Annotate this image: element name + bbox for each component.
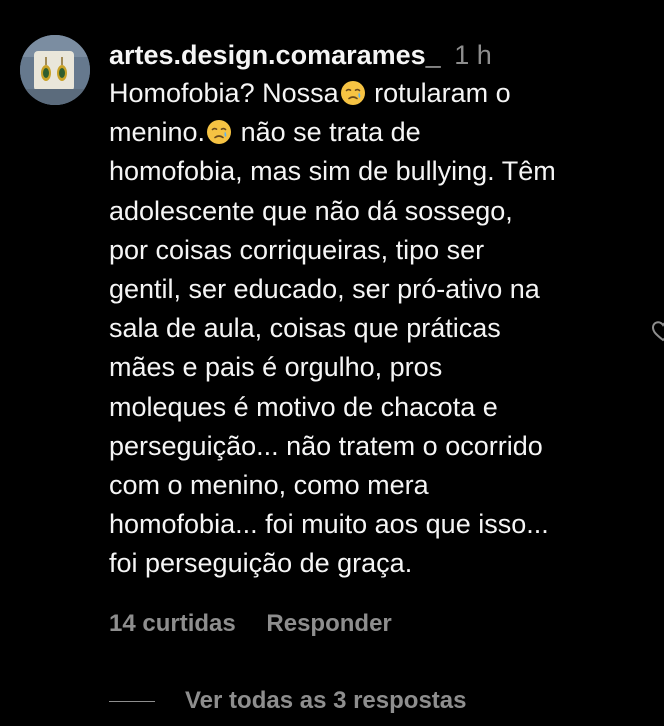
comment-text-line: homofobia, mas sim de bullying. Têm	[109, 152, 639, 191]
comment-text-segment: Homofobia? Nossa	[109, 78, 339, 108]
reply-button[interactable]: Responder	[266, 610, 391, 637]
timestamp: 1 h	[454, 40, 492, 70]
comment-text-line: mães e pais é orgulho, pros	[109, 348, 639, 387]
comment-text-segment: não se trata de	[233, 117, 421, 148]
crying-face-emoji-icon	[340, 81, 365, 105]
comment-text-segment: sala de aula, coisas que práticas	[109, 313, 501, 344]
earrings-photo-icon	[20, 35, 90, 105]
comment-text-line: sala de aula, coisas que práticas	[109, 309, 639, 348]
comment-text-segment: menino.	[109, 117, 206, 148]
comment-text-segment: por coisas corriqueiras, tipo ser	[109, 234, 485, 265]
replies-divider	[109, 700, 155, 702]
comment-text-segment: homofobia, mas sim de bullying. Têm	[109, 156, 556, 187]
comment-text-line: perseguição... não tratem o ocorrido	[109, 427, 639, 466]
comment-text-segment: gentil, ser educado, ser pró-ativo na	[109, 274, 540, 305]
comment-text-segment: rotularam o	[366, 78, 511, 108]
comment-header: artes.design.comarames_ 1 h	[109, 36, 639, 74]
comment-text-line: gentil, ser educado, ser pró-ativo na	[109, 270, 639, 309]
comment-text-segment: perseguição... não tratem o ocorrido	[109, 430, 543, 461]
comment-text-line: adolescente que não dá sossego,	[109, 192, 639, 231]
comment-text-line: por coisas corriqueiras, tipo ser	[109, 231, 639, 270]
likes-count[interactable]: 14 curtidas	[109, 610, 236, 637]
comment-text: Homofobia? Nossa rotularam o menino. não …	[109, 74, 639, 584]
comment-text-segment: com o menino, como mera	[109, 470, 429, 501]
comment-text-segment: adolescente que não dá sossego,	[109, 195, 513, 226]
comment-body: artes.design.comarames_ 1 h Homofobia? N…	[109, 36, 639, 584]
comment-text-segment: homofobia... foi muito aos que isso...	[109, 509, 549, 540]
comment-text-line: foi perseguição de graça.	[109, 544, 639, 583]
comment-text-line: menino. não se trata de	[109, 113, 639, 152]
view-replies-button[interactable]: Ver todas as 3 respostas	[109, 684, 466, 718]
comment-text-segment: mães e pais é orgulho, pros	[109, 352, 443, 383]
heart-icon[interactable]	[651, 319, 664, 343]
username[interactable]: artes.design.comarames_	[109, 40, 441, 70]
crying-face-emoji-icon	[207, 120, 232, 145]
comment-text-line: homofobia... foi muito aos que isso...	[109, 505, 639, 544]
comment-text-segment: moleques é motivo de chacota e	[109, 391, 498, 422]
comment-actions: 14 curtidas Responder	[109, 610, 392, 638]
comment-text-segment: foi perseguição de graça.	[109, 548, 413, 579]
comment-text-line: com o menino, como mera	[109, 466, 639, 505]
comment-text-line: moleques é motivo de chacota e	[109, 388, 639, 427]
comment-text-line: Homofobia? Nossa rotularam o	[109, 74, 639, 113]
view-replies-label: Ver todas as 3 respostas	[185, 687, 467, 714]
avatar[interactable]	[20, 35, 90, 105]
comment-item: artes.design.comarames_ 1 h Homofobia? N…	[0, 0, 664, 726]
